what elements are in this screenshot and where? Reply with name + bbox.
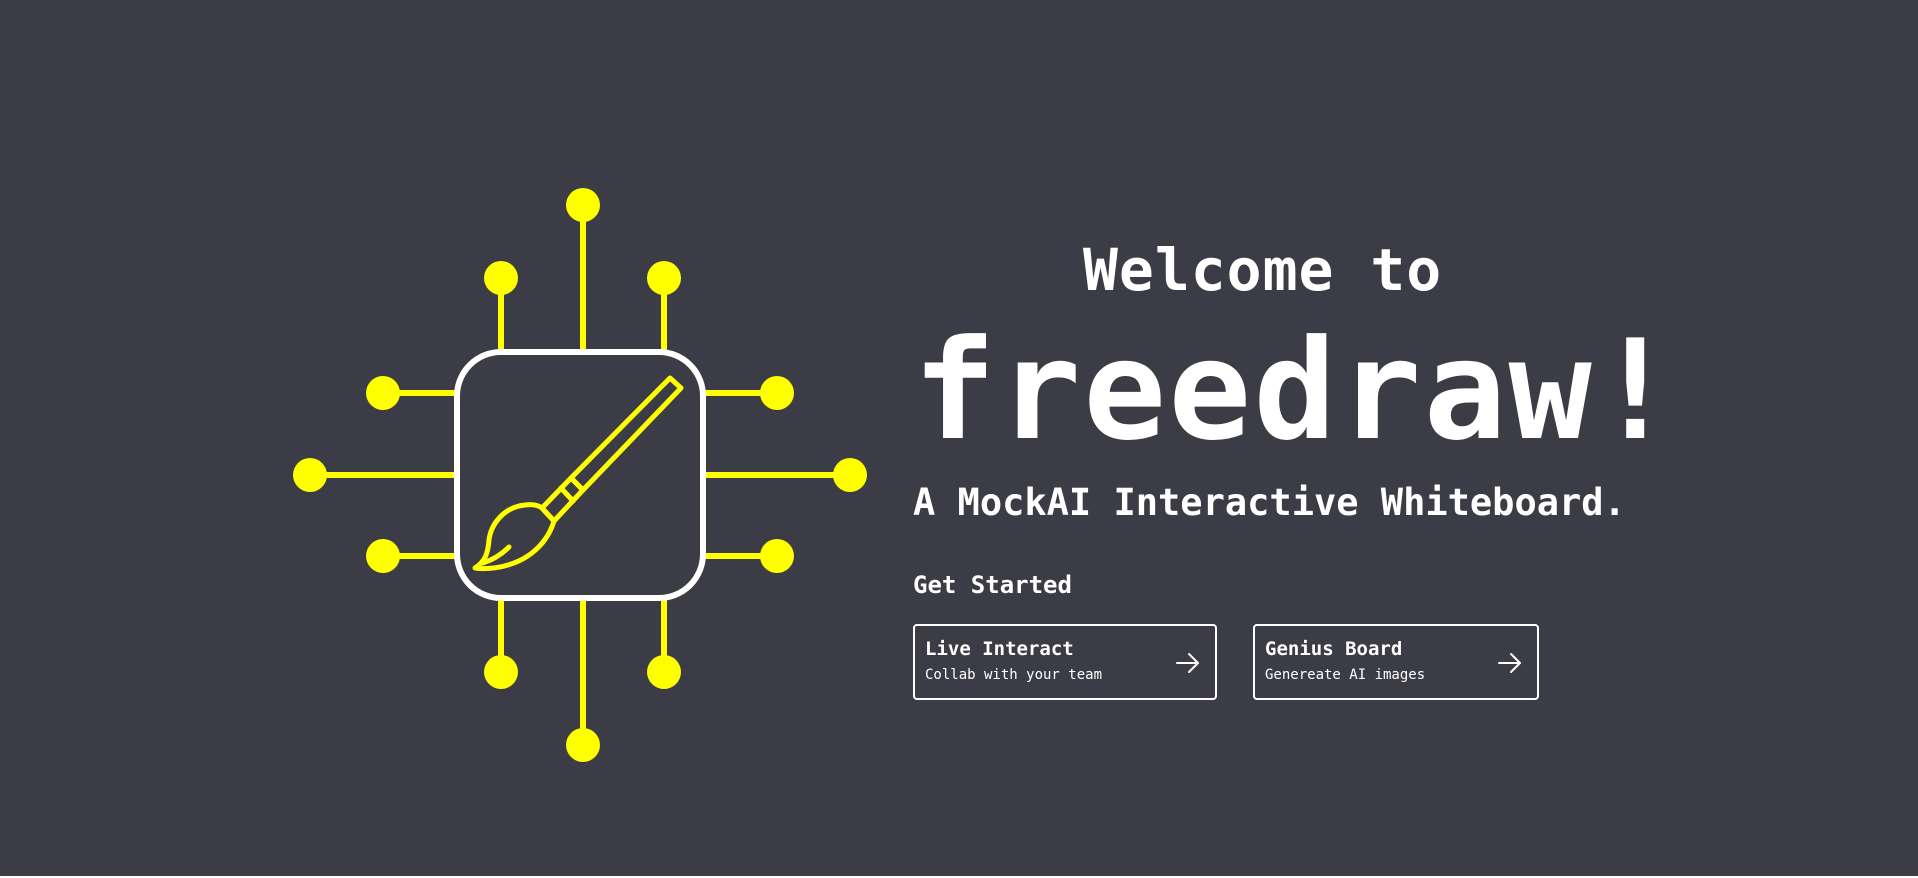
get-started-heading: Get Started	[913, 571, 1072, 599]
action-cards: Live Interact Collab with your team Geni…	[913, 624, 1673, 700]
welcome-page: Welcome to freedraw! A MockAI Interactiv…	[0, 0, 1918, 878]
arrow-right-icon	[1498, 653, 1521, 673]
arrow-right-icon	[1176, 653, 1199, 673]
paintbrush-chip-icon	[293, 188, 867, 762]
brand-title: freedraw!	[913, 310, 1679, 471]
genius-board-card[interactable]: Genius Board Genereate AI images	[1253, 624, 1539, 700]
card-subtitle: Genereate AI images	[1265, 667, 1426, 683]
hero-section: Welcome to freedraw! A MockAI Interactiv…	[913, 230, 1679, 700]
card-subtitle: Collab with your team	[925, 667, 1103, 683]
welcome-heading: Welcome to	[1083, 236, 1443, 304]
card-title: Genius Board	[1265, 638, 1403, 660]
tagline: A MockAI Interactive Whiteboard.	[913, 481, 1626, 524]
live-interact-card[interactable]: Live Interact Collab with your team	[913, 624, 1217, 700]
card-title: Live Interact	[925, 638, 1074, 660]
